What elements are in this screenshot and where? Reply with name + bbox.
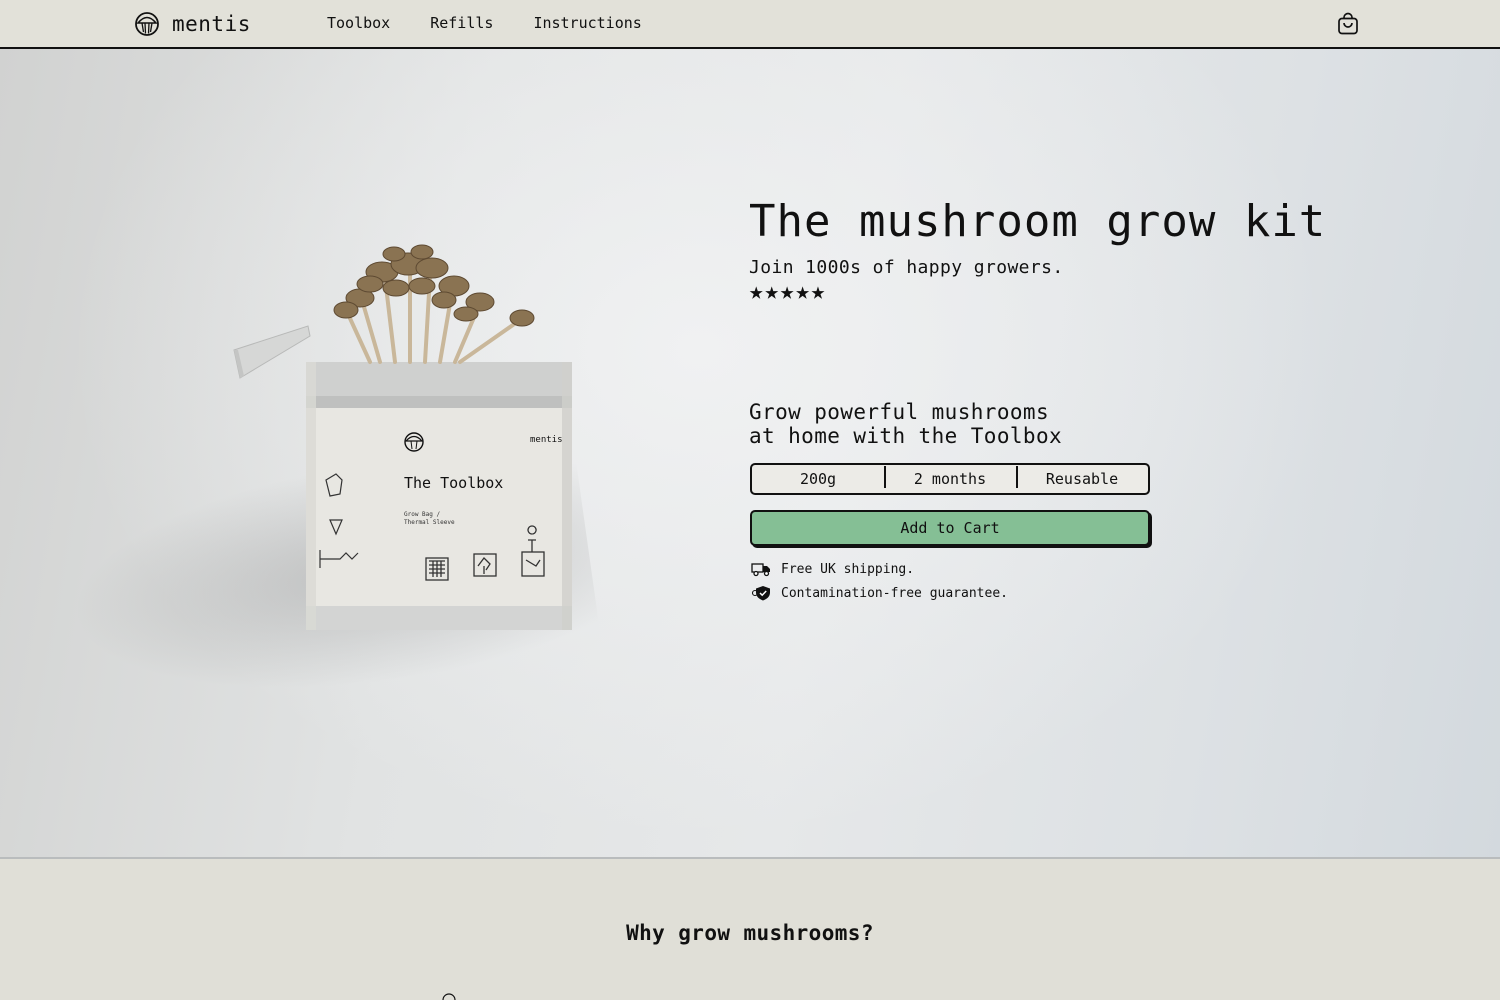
hero-title: The mushroom grow kit [749, 196, 1327, 247]
perks-list: Free UK shipping. Contamination-free gua… [751, 557, 1008, 605]
perk-free-shipping-text: Free UK shipping. [781, 561, 915, 577]
why-section-title: Why grow mushrooms? [626, 921, 874, 945]
add-to-cart-button[interactable]: Add to Cart [750, 510, 1150, 546]
rating-stars: ★★★★★ [749, 277, 827, 305]
product-pitch: Grow powerful mushrooms at home with the… [749, 400, 1062, 448]
spec-reusable: Reusable [1016, 466, 1148, 488]
nav-links: Toolbox Refills Instructions [327, 14, 642, 32]
why-section: Why grow mushrooms? [0, 859, 1500, 1000]
top-nav: mentis Toolbox Refills Instructions [0, 0, 1500, 49]
shopping-bag-icon [1338, 12, 1358, 35]
section-illustration-icon [442, 993, 456, 1000]
nav-link-instructions[interactable]: Instructions [533, 14, 641, 32]
brand-name: mentis [172, 12, 251, 36]
spec-weight: 200g [799, 470, 837, 488]
tin-contents-line-1: Grow Bag / [404, 511, 441, 518]
nav-link-refills[interactable]: Refills [430, 14, 493, 32]
hero-copy: The mushroom grow kit Join 1000s of happ… [749, 196, 1349, 303]
tin-contents-line-2: Thermal Sleeve [404, 519, 455, 526]
product-image-toolbox-tin: mentis The Toolbox Grow Bag / Thermal Sl… [233, 244, 572, 630]
hero-section: mentis The Toolbox Grow Bag / Thermal Sl… [0, 49, 1500, 858]
perk-free-shipping: Free UK shipping. [751, 557, 1008, 581]
perk-contamination-free-text: Contamination-free guarantee. [781, 585, 1008, 601]
delivery-truck-icon [751, 563, 770, 577]
spec-duration: 2 months [884, 466, 1016, 488]
perk-contamination-free: Contamination-free guarantee. [751, 581, 1008, 605]
tin-product-name: The Toolbox [404, 474, 503, 492]
pitch-line-1: Grow powerful mushrooms [749, 400, 1049, 424]
product-spec-bar: 200g 2 months Reusable [750, 463, 1150, 495]
shield-check-icon [751, 586, 770, 601]
tin-brand-text: mentis [530, 435, 563, 445]
nav-link-toolbox[interactable]: Toolbox [327, 14, 390, 32]
hero-subtitle: Join 1000s of happy growers. [749, 257, 1064, 278]
brand-logo-link[interactable]: mentis [134, 10, 251, 38]
mushroom-logo-icon [135, 12, 159, 36]
pitch-line-2: at home with the Toolbox [749, 424, 1063, 448]
cart-button[interactable] [1335, 11, 1361, 37]
